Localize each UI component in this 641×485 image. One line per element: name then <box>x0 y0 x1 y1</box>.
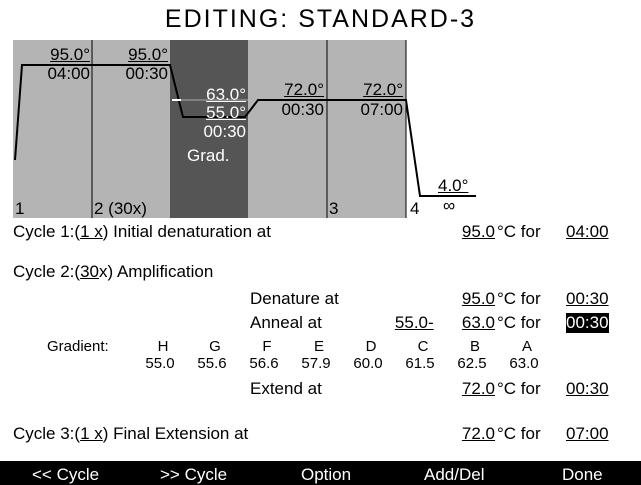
gradient-value: 61.5 <box>405 355 435 372</box>
cycle2-row: Cycle 2:(30x) Amplification <box>13 262 213 282</box>
gradient-value: 55.0 <box>145 355 175 372</box>
cycle1-count-field[interactable]: 1 x <box>80 222 103 241</box>
seg1-temp-label: 95.0° <box>50 45 90 64</box>
seg2-time-label: 00:30 <box>125 64 168 83</box>
gradient-value: 55.6 <box>197 355 227 372</box>
gradient-letter: H <box>157 338 169 355</box>
gradient-label: Gradient: <box>47 338 109 355</box>
softkey-menu-bar: << Cycle >> Cycle Option Add/Del Done <box>0 461 641 485</box>
denature-temp-field[interactable]: 95.0 <box>435 289 495 309</box>
cycle3-temp-field[interactable]: 72.0 <box>435 424 495 444</box>
seg5-temp-label: 72.0° <box>363 80 403 99</box>
option-button[interactable]: Option <box>301 465 351 485</box>
next-cycle-button[interactable]: >> Cycle <box>160 465 227 485</box>
gradient-value: 57.9 <box>301 355 331 372</box>
cycle1-temp-field[interactable]: 95.0 <box>435 222 495 242</box>
cycle3-row: Cycle 3:(1 x) Final Extension at <box>13 424 248 444</box>
add-del-button[interactable]: Add/Del <box>424 465 484 485</box>
seg3-temp-high-label: 63.0° <box>206 85 246 104</box>
extend-for-label: °C for <box>497 379 541 398</box>
anneal-label: Anneal at <box>250 313 322 332</box>
seg4-time-label: 00:30 <box>281 100 324 119</box>
gradient-value: 56.6 <box>249 355 279 372</box>
step-1-label: 1 <box>15 199 25 218</box>
cycle1-time-field[interactable]: 04:00 <box>566 222 609 242</box>
seg1-time-label: 04:00 <box>47 64 90 83</box>
seg2-temp-label: 95.0° <box>128 45 168 64</box>
gradient-letter: D <box>365 338 377 355</box>
cycle3-for-label: °C for <box>497 424 541 443</box>
seg3-gradient-label: Grad. <box>187 146 230 165</box>
gradient-letter: C <box>417 338 429 355</box>
gradient-letter: F <box>262 338 272 355</box>
gradient-value: 63.0 <box>509 355 539 372</box>
cycle1-for-label: °C for <box>497 222 541 241</box>
segment-5-background[interactable] <box>327 40 406 218</box>
cycle2-prefix: Cycle 2:( <box>13 262 81 281</box>
seg3-time-label: 00:30 <box>203 122 246 141</box>
cycle3-count-field[interactable]: 1 x <box>80 424 103 443</box>
seg5-time-label: 07:00 <box>360 100 403 119</box>
seg3-temp-low-label: 55.0° <box>206 103 246 122</box>
anneal-time-field-selected[interactable]: 00:30 <box>566 313 609 333</box>
segment-4-background[interactable] <box>248 40 327 218</box>
denature-time-field[interactable]: 00:30 <box>566 289 609 309</box>
denature-label: Denature at <box>250 289 339 308</box>
gradient-value: 60.0 <box>353 355 383 372</box>
gradient-letter: B <box>469 338 480 355</box>
cycle1-description: ) Initial denaturation at <box>102 222 271 241</box>
cycle2-count-field[interactable]: 30 <box>80 262 99 281</box>
denature-for-label: °C for <box>497 289 541 308</box>
prev-cycle-button[interactable]: << Cycle <box>32 465 99 485</box>
step-2-label: 2 (30x) <box>94 199 147 218</box>
cycle3-time-field[interactable]: 07:00 <box>566 424 609 444</box>
anneal-temp-dash: - <box>428 313 434 332</box>
cycle3-prefix: Cycle 3:( <box>13 424 81 443</box>
gradient-letter: A <box>521 338 532 355</box>
cycle1-row: Cycle 1:(1 x) Initial denaturation at <box>13 222 271 242</box>
gradient-letter: G <box>209 338 221 355</box>
step-3-label: 3 <box>329 199 339 218</box>
cycle1-prefix: Cycle 1:( <box>13 222 81 241</box>
cycle3-description: ) Final Extension at <box>102 424 249 443</box>
done-button[interactable]: Done <box>562 465 603 485</box>
cycle2-description: x) Amplification <box>99 262 214 281</box>
anneal-temp-high-field[interactable]: 63.0 <box>435 313 495 333</box>
anneal-for-label: °C for <box>497 313 541 332</box>
seg4-temp-label: 72.0° <box>284 80 324 99</box>
seg6-time-label: ∞ <box>443 196 456 215</box>
extend-label: Extend at <box>250 379 322 398</box>
gradient-value: 62.5 <box>457 355 487 372</box>
extend-time-field[interactable]: 00:30 <box>566 379 609 399</box>
seg6-temp-label: 4.0° <box>438 176 469 195</box>
extend-temp-field[interactable]: 72.0 <box>435 379 495 399</box>
anneal-temp-low-field[interactable]: 55.0 <box>368 313 428 333</box>
step-4-label: 4 <box>410 199 420 218</box>
gradient-letter: E <box>313 338 324 355</box>
